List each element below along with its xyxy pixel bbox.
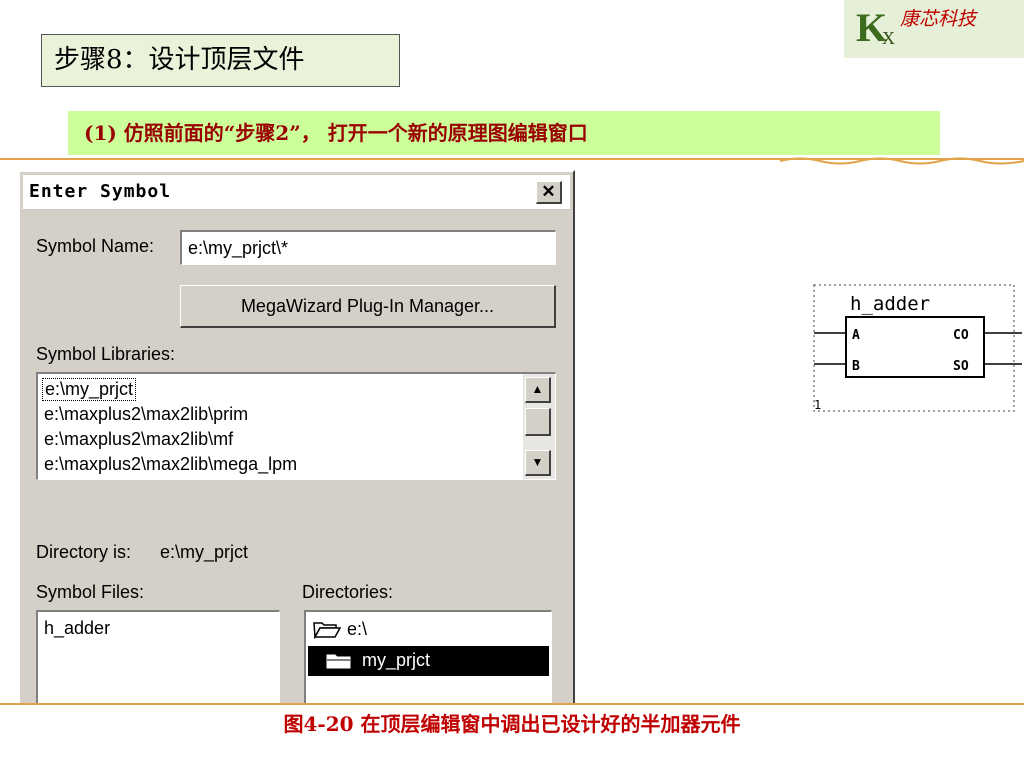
symbol-file-item[interactable]: h_adder (44, 618, 110, 639)
megawizard-button[interactable]: MegaWizard Plug-In Manager... (180, 285, 556, 328)
logo-company-name: 康芯科技 (900, 8, 977, 30)
pin-b: B (852, 359, 860, 374)
scroll-down-icon[interactable]: ▼ (525, 450, 551, 476)
subtitle: (1) 仿照前面的“步骤2”， 打开一个新的原理图编辑窗口 (68, 111, 940, 155)
directory-item-label: e:\ (347, 618, 368, 639)
close-button[interactable]: ✕ (536, 181, 562, 204)
library-item[interactable]: e:\my_prjct (42, 378, 137, 401)
scroll-thumb[interactable] (525, 408, 551, 436)
symbol-libraries-label: Symbol Libraries: (36, 344, 176, 364)
enter-symbol-dialog: Enter Symbol ✕ Symbol Name: MegaWizard P… (18, 170, 575, 705)
company-logo: K X 康芯科技 (844, 0, 1024, 58)
logo-x: X (882, 28, 895, 48)
dialog-title: Enter Symbol (29, 181, 172, 202)
library-item[interactable]: e:\maxplus2\max2lib\prim (44, 404, 248, 425)
dialog-titlebar[interactable]: Enter Symbol ✕ (23, 175, 570, 210)
bottom-divider (0, 703, 1024, 705)
pin-co: CO (953, 328, 969, 343)
symbol-name-label: Symbol Name: (36, 236, 155, 256)
folder-icon (326, 654, 351, 669)
folder-open-icon (313, 622, 342, 640)
component-index: 1 (814, 398, 821, 412)
h-adder-symbol[interactable]: h_adder A B CO SO 1 (810, 283, 1022, 413)
directory-item-selected[interactable]: my_prjct (308, 646, 549, 676)
directory-item-root[interactable]: e:\ (312, 618, 367, 642)
directories-list[interactable]: e:\ my_prjct (304, 610, 552, 705)
symbol-files-label: Symbol Files: (36, 582, 145, 602)
library-item[interactable]: e:\maxplus2\max2lib\mf (44, 429, 233, 450)
close-icon: ✕ (541, 182, 556, 201)
pin-a: A (852, 328, 860, 343)
symbol-name-input[interactable] (180, 230, 556, 265)
step-title: 步骤8：设计顶层文件 (41, 34, 400, 87)
directory-label: Directory is: (36, 542, 132, 562)
directories-label: Directories: (302, 582, 394, 602)
component-name: h_adder (850, 293, 930, 315)
decorative-wave (780, 157, 1024, 165)
directory-value: e:\my_prjct (160, 542, 249, 562)
symbol-files-list[interactable]: h_adder (36, 610, 280, 705)
scroll-up-icon[interactable]: ▲ (525, 377, 551, 403)
symbol-libraries-list[interactable]: e:\my_prjct e:\maxplus2\max2lib\prim e:\… (36, 372, 556, 480)
libraries-scrollbar[interactable]: ▲ ▼ (523, 374, 555, 479)
figure-caption: 图4-20 在顶层编辑窗中调出已设计好的半加器元件 (283, 712, 741, 736)
directory-item-label: my_prjct (362, 650, 431, 670)
pin-so: SO (953, 359, 969, 374)
library-item[interactable]: e:\maxplus2\max2lib\mega_lpm (44, 454, 297, 475)
megawizard-button-label: MegaWizard Plug-In Manager... (240, 296, 495, 316)
